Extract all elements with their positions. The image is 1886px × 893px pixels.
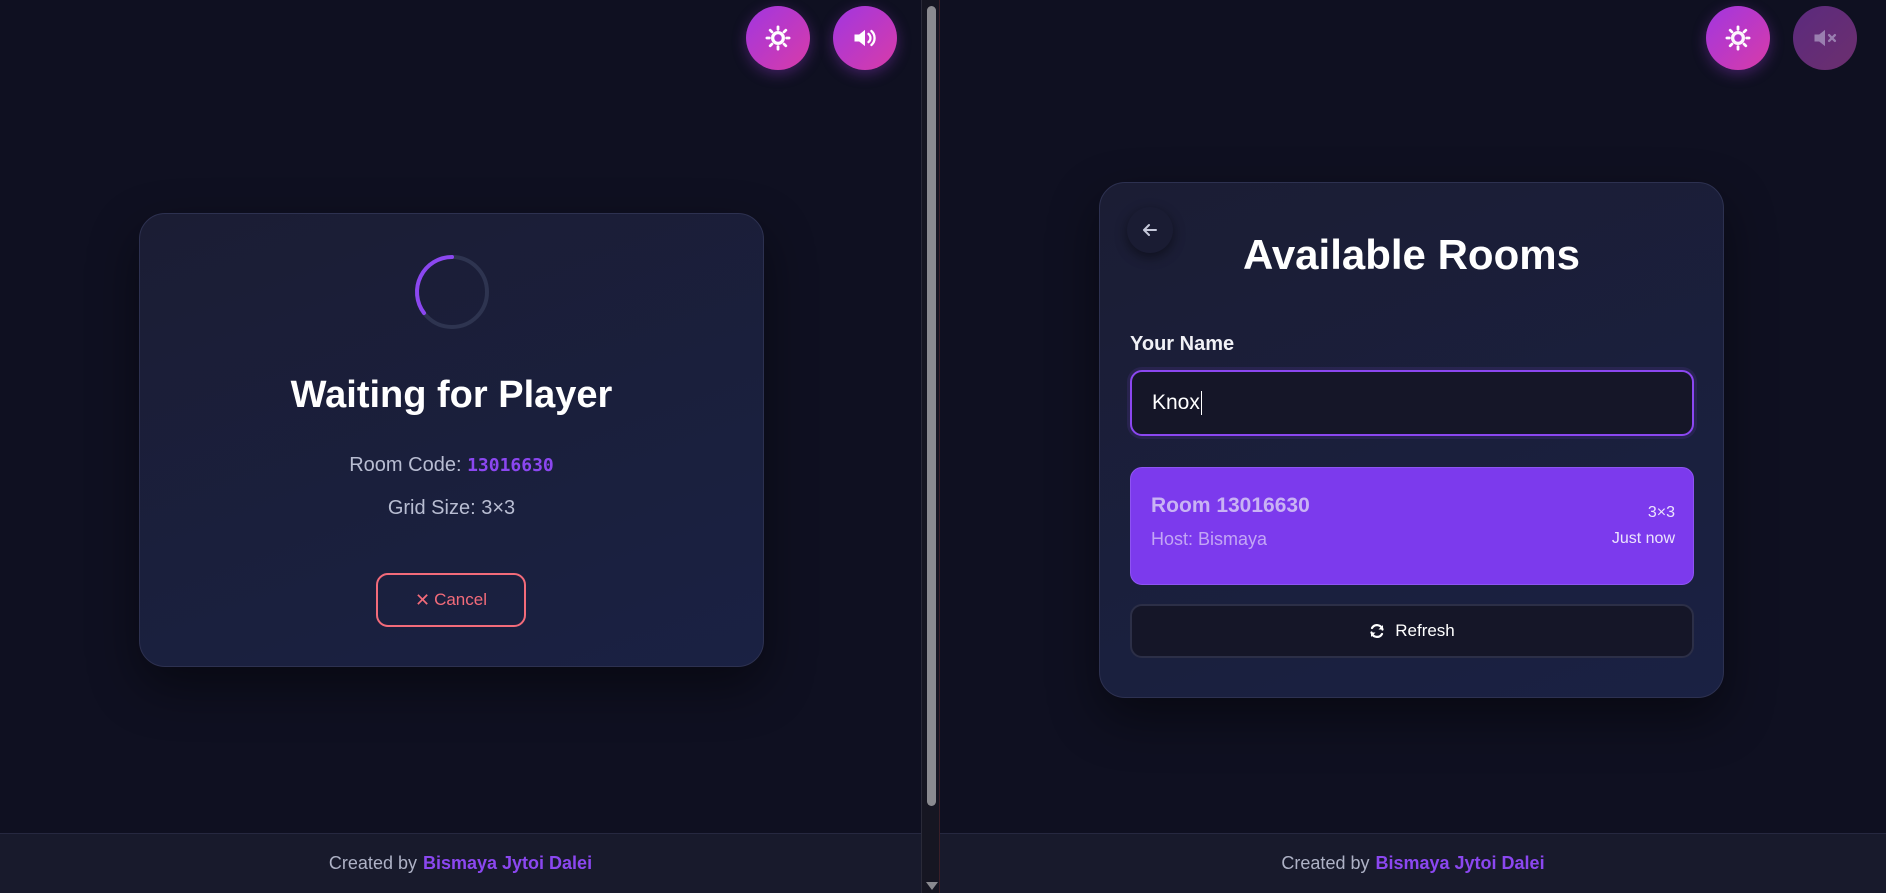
refresh-button[interactable]: Refresh (1130, 604, 1694, 658)
theme-toggle-button[interactable] (746, 6, 810, 70)
available-rooms-card: Available Rooms Your Name Knox Room 1301… (1099, 182, 1724, 698)
room-host: Host: Bismaya (1151, 529, 1268, 549)
room-name: Room 13016630 (1151, 494, 1310, 517)
waiting-card: Waiting for Player Room Code: 13016630 G… (139, 213, 764, 667)
footer: Created by Bismaya Jytoi Dalei (940, 833, 1886, 893)
room-list-item[interactable]: Room 13016630 Host: Bismaya 3×3 Just now (1130, 467, 1694, 585)
sun-icon (1725, 25, 1751, 51)
cancel-button[interactable]: ✕ Cancel (376, 573, 526, 627)
scroll-down-arrow-icon[interactable] (926, 882, 938, 890)
refresh-label: Refresh (1395, 621, 1455, 640)
name-input-value: Knox (1152, 391, 1200, 414)
volume-muted-icon (1814, 29, 1837, 47)
sound-toggle-button[interactable] (1793, 6, 1857, 70)
grid-size-text: Grid Size: 3×3 (387, 497, 516, 519)
room-code-label: Room Code: (349, 454, 462, 476)
pane-scrollbar[interactable] (921, 0, 940, 893)
right-pane: Available Rooms Your Name Knox Room 1301… (940, 0, 1886, 893)
sound-toggle-button[interactable] (833, 6, 897, 70)
refresh-icon (1370, 624, 1384, 638)
waiting-title: Waiting for Player (290, 374, 613, 416)
room-grid-size: 3×3 (1647, 504, 1675, 521)
room-code-value: 13016630 (467, 455, 554, 476)
footer: Created by Bismaya Jytoi Dalei (0, 833, 921, 893)
footer-author-link[interactable]: Bismaya Jytoi Dalei (1375, 853, 1544, 874)
scrollbar-thumb[interactable] (927, 6, 936, 806)
footer-author-link[interactable]: Bismaya Jytoi Dalei (423, 853, 592, 874)
close-icon: ✕ (414, 589, 431, 610)
left-pane: Waiting for Player Room Code: 13016630 G… (0, 0, 921, 893)
room-created-time: Just now (1611, 530, 1675, 547)
name-label: Your Name (1130, 333, 1235, 355)
name-input[interactable]: Knox (1130, 370, 1694, 436)
text-caret (1200, 391, 1202, 415)
loading-spinner-icon (415, 255, 489, 329)
footer-created-by: Created by (328, 853, 417, 873)
cancel-label: Cancel (434, 590, 487, 609)
footer-created-by: Created by (1281, 853, 1370, 873)
page-title: Available Rooms (1243, 231, 1580, 278)
room-code-line: Room Code: 13016630 (140, 454, 763, 477)
sun-icon (765, 25, 791, 51)
theme-toggle-button[interactable] (1706, 6, 1770, 70)
volume-on-icon (854, 29, 876, 47)
